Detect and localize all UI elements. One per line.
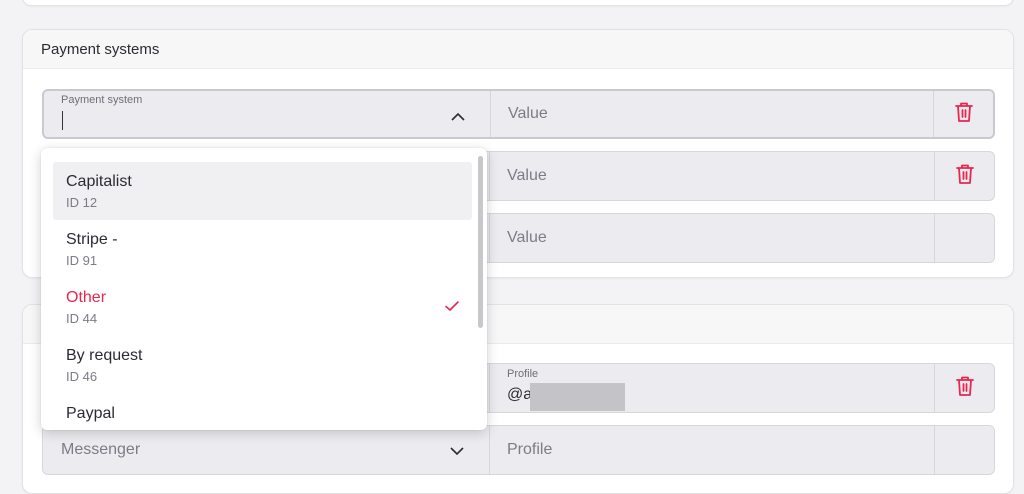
delete-row-button[interactable] — [935, 152, 994, 200]
payment-system-dropdown[interactable]: Capitalist ID 12 Stripe - ID 91 Other ID… — [41, 148, 487, 430]
text-caret — [62, 111, 63, 130]
option-other[interactable]: Other ID 44 — [53, 278, 472, 336]
option-name: Capitalist — [66, 173, 132, 190]
payment-system-select[interactable]: Payment system — [44, 91, 490, 137]
profile-input[interactable]: Profile — [507, 426, 552, 474]
option-stripe[interactable]: Stripe - ID 91 — [53, 220, 472, 278]
field-divider — [934, 426, 935, 474]
option-name: Stripe - — [66, 231, 118, 248]
profile-input[interactable]: @a — [507, 386, 532, 404]
delete-row-button[interactable] — [935, 364, 994, 412]
field-divider — [489, 214, 490, 262]
option-capitalist[interactable]: Capitalist ID 12 — [53, 162, 472, 220]
value-input[interactable]: Value — [507, 214, 547, 262]
trash-icon — [954, 101, 974, 128]
messenger-row-2: Messenger Profile — [42, 425, 995, 475]
option-name: Paypal — [66, 405, 115, 422]
dropdown-scrollbar[interactable] — [478, 156, 483, 328]
field-divider — [489, 426, 490, 474]
messenger-placeholder: Messenger — [61, 441, 141, 458]
option-id: ID 91 — [66, 253, 98, 268]
option-name: By request — [66, 347, 143, 364]
trash-icon — [955, 375, 975, 402]
top-card — [22, 0, 1014, 6]
delete-row-button[interactable] — [934, 91, 993, 137]
option-id: ID 46 — [66, 369, 98, 384]
option-by-request[interactable]: By request ID 46 — [53, 336, 472, 394]
option-paypal[interactable]: Paypal — [53, 394, 472, 430]
option-id: ID 12 — [66, 195, 98, 210]
chevron-down-icon[interactable] — [447, 441, 467, 461]
check-icon — [444, 298, 460, 314]
field-divider — [490, 91, 491, 137]
field-divider — [489, 364, 490, 412]
payment-system-label: Payment system — [61, 94, 143, 106]
value-input[interactable]: Value — [508, 91, 548, 137]
profile-label: Profile — [507, 368, 539, 380]
option-id: ID 44 — [66, 311, 98, 326]
value-input[interactable]: Value — [507, 152, 547, 200]
field-divider — [489, 152, 490, 200]
card-title: Payment systems — [23, 30, 1013, 69]
messenger-select[interactable]: Messenger — [43, 426, 489, 474]
trash-icon — [955, 163, 975, 190]
chevron-up-icon[interactable] — [448, 106, 468, 126]
page: Payment systems Payment system Value Val… — [0, 0, 1024, 494]
payment-row-1: Payment system Value — [42, 89, 995, 139]
redacted-block — [530, 383, 625, 411]
option-name: Other — [66, 289, 107, 306]
field-divider — [934, 214, 935, 262]
